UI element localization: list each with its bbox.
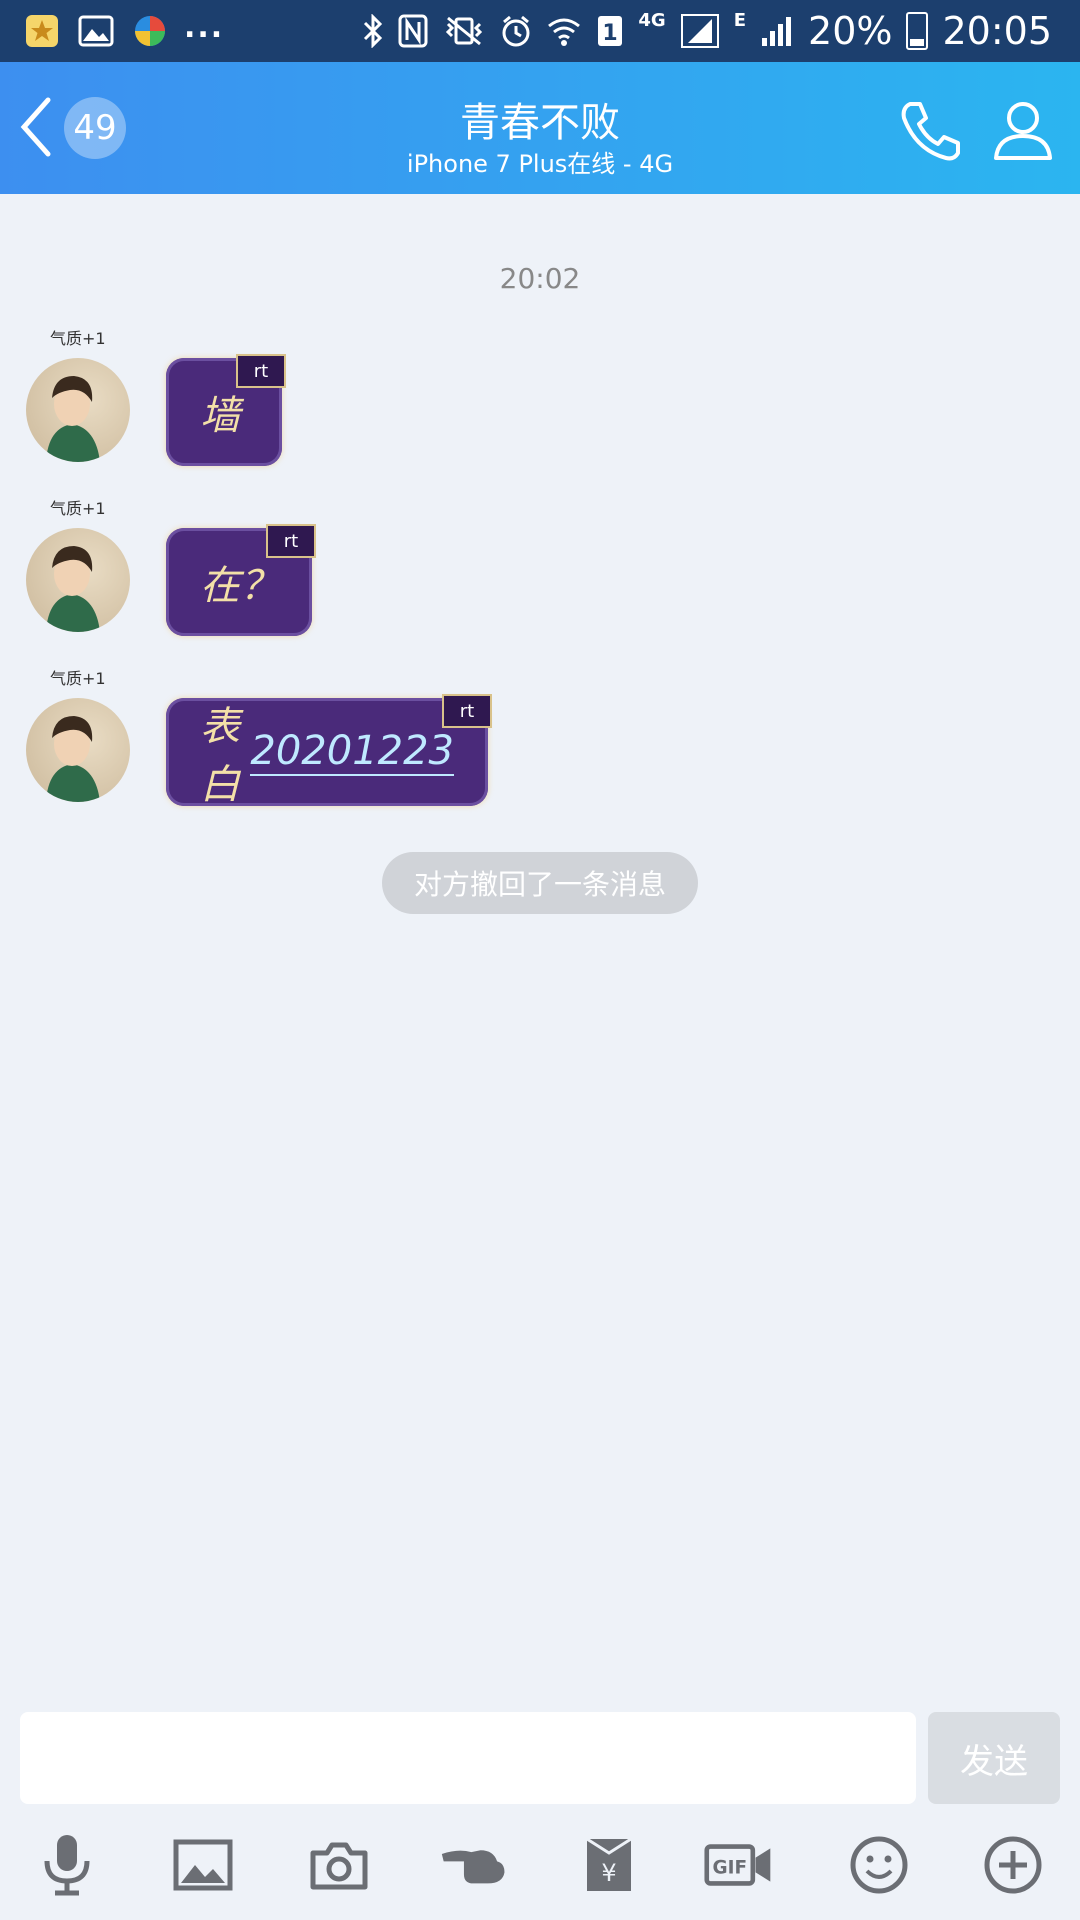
star-app-icon [22, 11, 62, 51]
more-notifications: ... [184, 9, 225, 45]
poke-icon[interactable] [440, 1830, 510, 1900]
avatar-tag: 气质+1 [50, 669, 106, 688]
gif-icon[interactable]: GIF [704, 1830, 774, 1900]
vibrate-mute-icon [442, 14, 486, 48]
avatar[interactable] [26, 358, 130, 462]
image-icon[interactable] [168, 1830, 238, 1900]
plus-icon[interactable] [978, 1830, 1048, 1900]
message-bubble[interactable]: 在？ rt [166, 524, 316, 636]
gallery-icon [76, 11, 116, 51]
message-bubble[interactable]: 墙 rt [166, 354, 286, 466]
svg-text:1: 1 [603, 21, 618, 46]
bluetooth-icon [362, 14, 384, 48]
phone-icon [901, 102, 960, 161]
network-type: 4G [638, 10, 666, 31]
profile-button[interactable] [990, 96, 1056, 162]
message-bubble[interactable]: 表白 20201223 rt [166, 694, 492, 808]
red-packet-icon[interactable]: ¥ [574, 1830, 644, 1900]
chat-header: 49 青春不败 iPhone 7 Plus在线 - 4G [0, 62, 1080, 194]
send-button[interactable]: 发送 [928, 1712, 1060, 1804]
battery-icon [906, 12, 929, 50]
signal-icon-1 [680, 13, 720, 49]
user-icon [994, 102, 1052, 160]
message-input[interactable] [20, 1712, 916, 1804]
message-text: 表白 [200, 704, 240, 808]
phone-call-button[interactable] [896, 96, 966, 166]
clock: 20:05 [942, 9, 1052, 53]
recall-notice: 对方撤回了一条消息 [382, 852, 698, 914]
status-bar: ... 1 4G E 20% 20:05 [0, 0, 1080, 62]
message-text: 在？ [200, 563, 280, 609]
message-text: 墙 [200, 393, 240, 439]
camera-icon[interactable] [304, 1830, 374, 1900]
message-row: 气质+1 表白 20201223 rt [0, 670, 1080, 810]
svg-text:¥: ¥ [601, 1859, 616, 1887]
bubble-tag: rt [442, 694, 492, 728]
sim1-icon: 1 [596, 14, 624, 48]
message-number: 20201223 [250, 728, 454, 776]
avatar[interactable] [26, 698, 130, 802]
battery-percent: 20% [808, 9, 893, 53]
wifi-icon [546, 14, 582, 48]
message-row: 气质+1 在？ rt [0, 500, 1080, 640]
nfc-icon [398, 14, 428, 48]
svg-text:GIF: GIF [713, 1857, 748, 1878]
bubble-tag: rt [266, 524, 316, 558]
colorful-app-icon [130, 11, 170, 51]
bubble-tag: rt [236, 354, 286, 388]
avatar-tag: 气质+1 [50, 329, 106, 348]
input-toolbar: ¥ GIF [0, 1830, 1080, 1906]
signal-icon-2 [760, 14, 794, 48]
mic-icon[interactable] [32, 1830, 102, 1900]
data-type: E [733, 10, 747, 31]
message-timestamp: 20:02 [499, 262, 581, 295]
message-row: 气质+1 墙 rt [0, 330, 1080, 470]
emoji-icon[interactable] [844, 1830, 914, 1900]
avatar-tag: 气质+1 [50, 499, 106, 518]
alarm-icon [500, 14, 532, 48]
avatar[interactable] [26, 528, 130, 632]
